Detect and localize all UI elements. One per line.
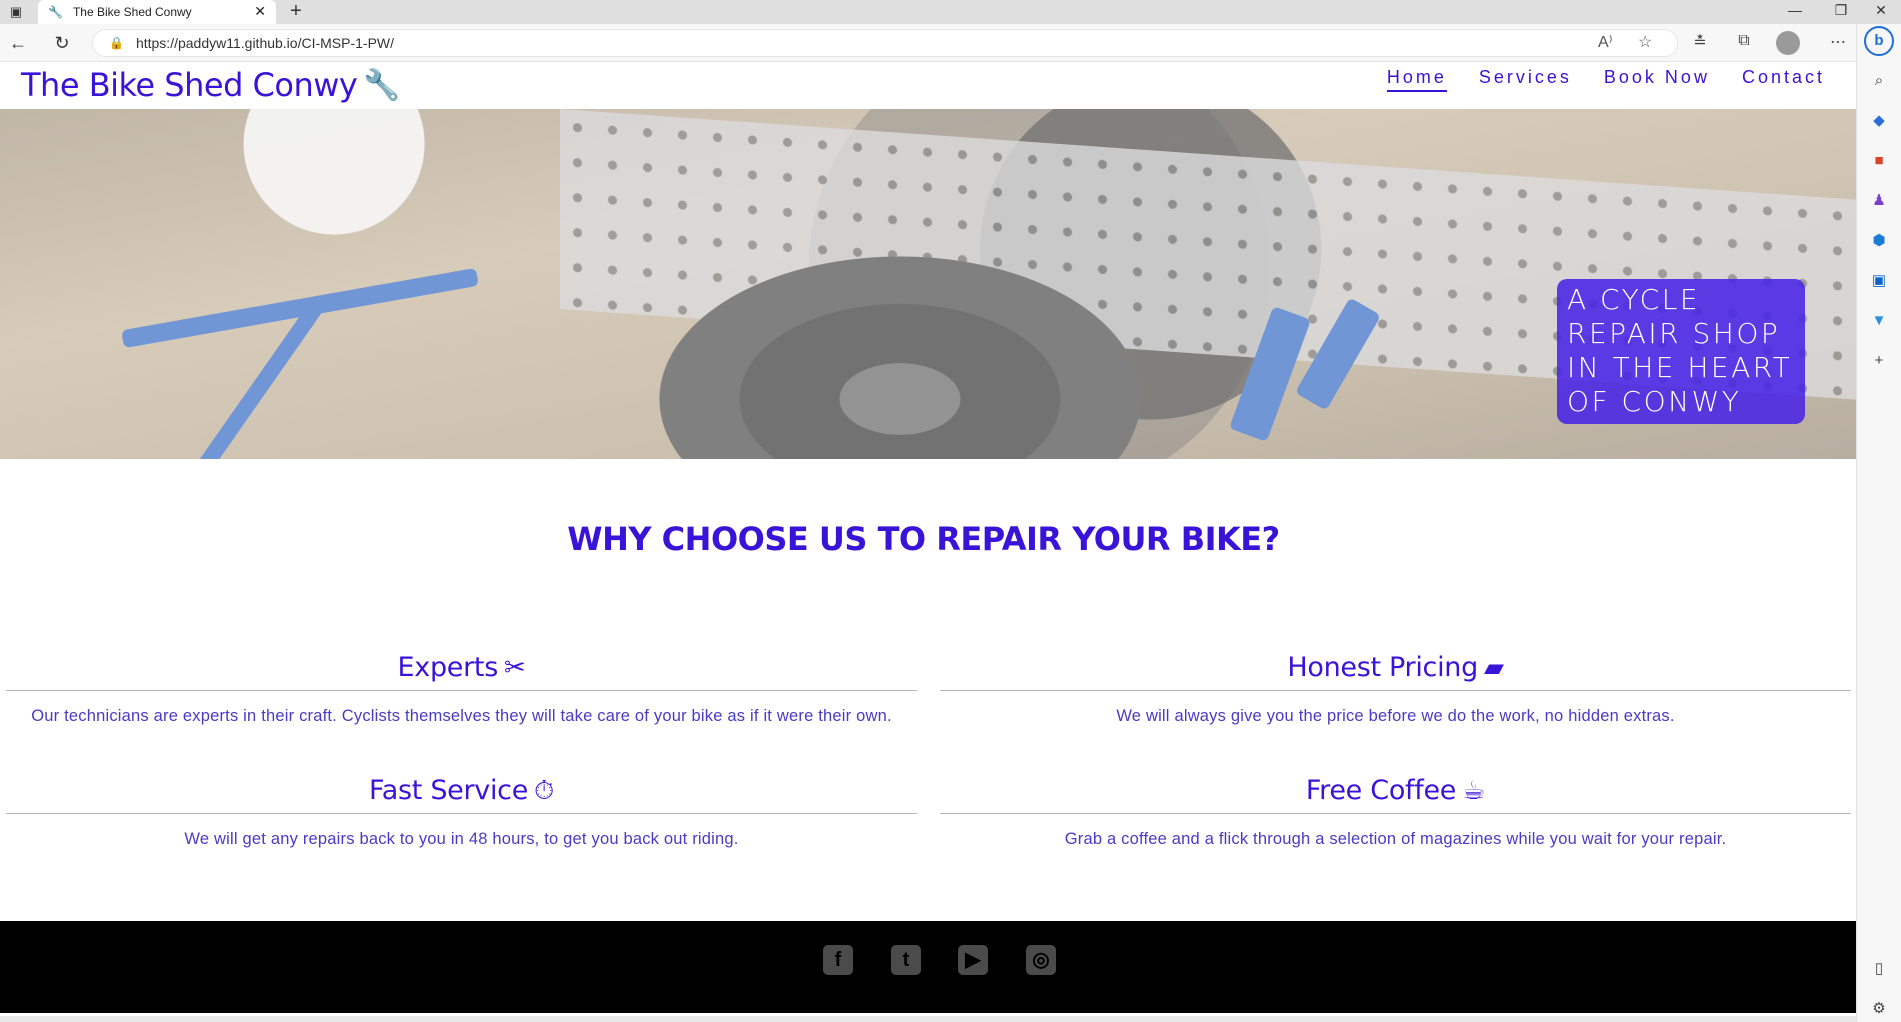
- wallet-icon: ▰: [1483, 653, 1504, 683]
- search-icon[interactable]: ⌕: [1868, 70, 1890, 92]
- feature-text: Our technicians are experts in their cra…: [31, 707, 892, 725]
- feature-title: Fast Service ⏱: [6, 772, 917, 814]
- bing-icon[interactable]: b: [1864, 26, 1894, 56]
- close-window-button[interactable]: ✕: [1858, 0, 1901, 24]
- instagram-icon[interactable]: ◎: [1026, 945, 1056, 975]
- site-logo[interactable]: The Bike Shed Conwy 🔧: [21, 66, 401, 104]
- favorite-star-icon[interactable]: ☆: [1638, 32, 1652, 52]
- refresh-icon[interactable]: ↻: [50, 32, 74, 56]
- tools-icon: ✂: [503, 653, 526, 683]
- profile-avatar[interactable]: [1776, 31, 1800, 55]
- sidebar-layout-icon[interactable]: ▯: [1868, 958, 1890, 980]
- web-page: The Bike Shed Conwy 🔧 Home Services Book…: [0, 62, 1856, 1022]
- drop-icon[interactable]: ▼: [1868, 310, 1890, 332]
- nav-book-now[interactable]: Book Now: [1604, 67, 1710, 92]
- feature-title: Free Coffee ☕: [940, 772, 1851, 814]
- games-icon[interactable]: ♟: [1868, 190, 1890, 212]
- nav-services[interactable]: Services: [1479, 67, 1572, 92]
- minimize-button[interactable]: —: [1772, 0, 1818, 24]
- office-icon[interactable]: ⬢: [1868, 230, 1890, 252]
- feature-title: Experts ✂: [6, 649, 917, 691]
- new-tab-button[interactable]: +: [285, 0, 307, 24]
- more-menu-icon[interactable]: ⋯: [1826, 32, 1850, 52]
- favorites-list-icon[interactable]: ≛: [1688, 32, 1712, 52]
- feature-title: Honest Pricing ▰: [940, 649, 1851, 691]
- feature-experts: Experts ✂ Our technicians are experts in …: [6, 649, 917, 726]
- outlook-icon[interactable]: ▣: [1868, 270, 1890, 292]
- feature-honest-pricing: Honest Pricing ▰ We will always give you …: [940, 649, 1851, 726]
- tab-actions-icon[interactable]: ▣: [6, 2, 26, 22]
- wrench-icon: 🔧: [363, 67, 401, 103]
- mug-icon: ☕: [1462, 776, 1486, 806]
- why-heading: WHY CHOOSE US TO REPAIR YOUR BIKE?: [567, 520, 1280, 558]
- stopwatch-icon: ⏱: [534, 776, 554, 806]
- feature-text: We will always give you the price before…: [1116, 707, 1675, 725]
- twitter-icon[interactable]: t: [891, 945, 921, 975]
- browser-sidebar: b ⌕ ◆ ■ ♟ ⬢ ▣ ▼ + ▯ ⚙: [1856, 24, 1901, 1022]
- logo-text: The Bike Shed Conwy: [21, 66, 358, 104]
- nav-contact[interactable]: Contact: [1742, 67, 1825, 92]
- shopping-tag-icon[interactable]: ◆: [1868, 110, 1890, 132]
- lock-icon: 🔒: [109, 36, 124, 50]
- sidebar-settings-icon[interactable]: ⚙: [1868, 998, 1890, 1020]
- add-sidebar-icon[interactable]: +: [1868, 350, 1890, 372]
- tab-title: The Bike Shed Conwy: [72, 5, 192, 19]
- feature-free-coffee: Free Coffee ☕ Grab a coffee and a flick t…: [940, 772, 1851, 849]
- feature-text: We will get any repairs back to you in 4…: [184, 830, 739, 848]
- feature-title-text: Experts: [397, 652, 499, 683]
- feature-title-text: Free Coffee: [1305, 775, 1457, 806]
- collections-icon[interactable]: ⧉: [1732, 32, 1756, 50]
- url-input[interactable]: 🔒 https://paddyw11.github.io/CI-MSP-1-PW…: [92, 29, 1678, 57]
- browser-tab[interactable]: 🔧 The Bike Shed Conwy ✕: [38, 0, 276, 24]
- address-bar-row: ← ↻ 🔒 https://paddyw11.github.io/CI-MSP-…: [0, 24, 1901, 62]
- url-text: https://paddyw11.github.io/CI-MSP-1-PW/: [135, 35, 395, 51]
- wrench-favicon-icon: 🔧: [48, 5, 63, 19]
- feature-text: Grab a coffee and a flick through a sele…: [1064, 830, 1727, 848]
- read-aloud-icon[interactable]: A⁾: [1598, 32, 1613, 52]
- browser-tab-bar: ▣ 🔧 The Bike Shed Conwy ✕ + — ❐ ✕: [0, 0, 1901, 24]
- feature-fast-service: Fast Service ⏱ We will get any repairs ba…: [6, 772, 917, 849]
- hero-caption: A CYCLE REPAIR SHOP IN THE HEART OF CONW…: [1557, 279, 1805, 424]
- facebook-icon[interactable]: f: [823, 945, 853, 975]
- site-footer: f t ▶ ◎: [0, 921, 1856, 1013]
- tools-briefcase-icon[interactable]: ■: [1868, 150, 1890, 172]
- tab-close-icon[interactable]: ✕: [254, 3, 266, 20]
- back-icon[interactable]: ←: [6, 32, 30, 56]
- youtube-icon[interactable]: ▶: [958, 945, 988, 975]
- horizontal-scrollbar[interactable]: [0, 1016, 1856, 1022]
- main-nav: Home Services Book Now Contact: [1386, 67, 1825, 92]
- feature-title-text: Fast Service: [368, 775, 529, 806]
- feature-title-text: Honest Pricing: [1287, 652, 1478, 683]
- hero-image: A CYCLE REPAIR SHOP IN THE HEART OF CONW…: [0, 109, 1856, 459]
- nav-home[interactable]: Home: [1386, 67, 1447, 92]
